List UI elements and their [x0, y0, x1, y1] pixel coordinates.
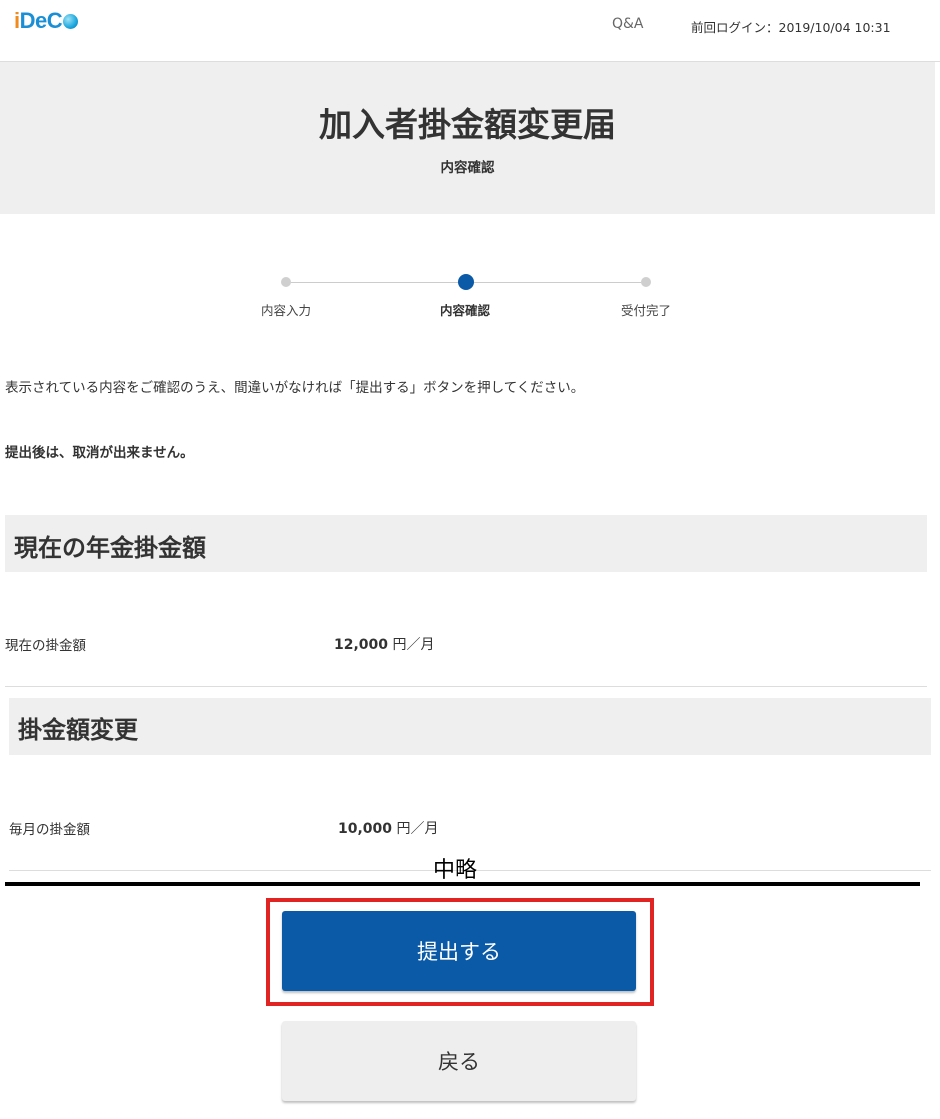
step-label-confirm: 内容確認 [439, 303, 490, 318]
omission-line [5, 882, 920, 886]
page-title: 加入者掛金額変更届 [319, 105, 616, 144]
step-dot-input [281, 277, 291, 287]
back-button[interactable]: 戻る [282, 1021, 636, 1101]
row-divider [5, 686, 927, 687]
monthly-amount-label: 毎月の掛金額 [9, 822, 90, 838]
section-heading: 現在の年金掛金額 [14, 534, 206, 562]
section-current-contribution: 現在の年金掛金額 [5, 515, 927, 572]
submit-button[interactable]: 提出する [282, 911, 636, 991]
omission-label: 中略 [433, 858, 478, 883]
monthly-amount-value: 10,000 円／月 [338, 821, 439, 837]
step-label-complete: 受付完了 [620, 303, 671, 318]
qa-link[interactable]: Q&A [612, 16, 644, 32]
section-heading: 掛金額変更 [18, 716, 138, 744]
step-dot-confirm [458, 274, 474, 290]
ideco-logo[interactable]: iDeC [14, 8, 79, 34]
last-login-text: 前回ログイン：2019/10/04 10:31 [691, 20, 891, 35]
instruction-text: 表示されている内容をご確認のうえ、間違いがなければ「提出する」ボタンを押してくだ… [5, 380, 585, 396]
current-amount-label: 現在の掛金額 [5, 638, 86, 654]
step-label-input: 内容入力 [260, 303, 311, 318]
page-subtitle: 内容確認 [440, 160, 495, 176]
stepper-connector [291, 282, 461, 283]
warning-text: 提出後は、取消が出来ません。 [5, 445, 194, 461]
stepper-connector [471, 282, 641, 283]
step-dot-complete [641, 277, 651, 287]
current-amount-value: 12,000 円／月 [334, 637, 435, 653]
top-header: iDeC Q&A 前回ログイン：2019/10/04 10:31 [0, 0, 940, 62]
section-contribution-change: 掛金額変更 [9, 698, 931, 755]
